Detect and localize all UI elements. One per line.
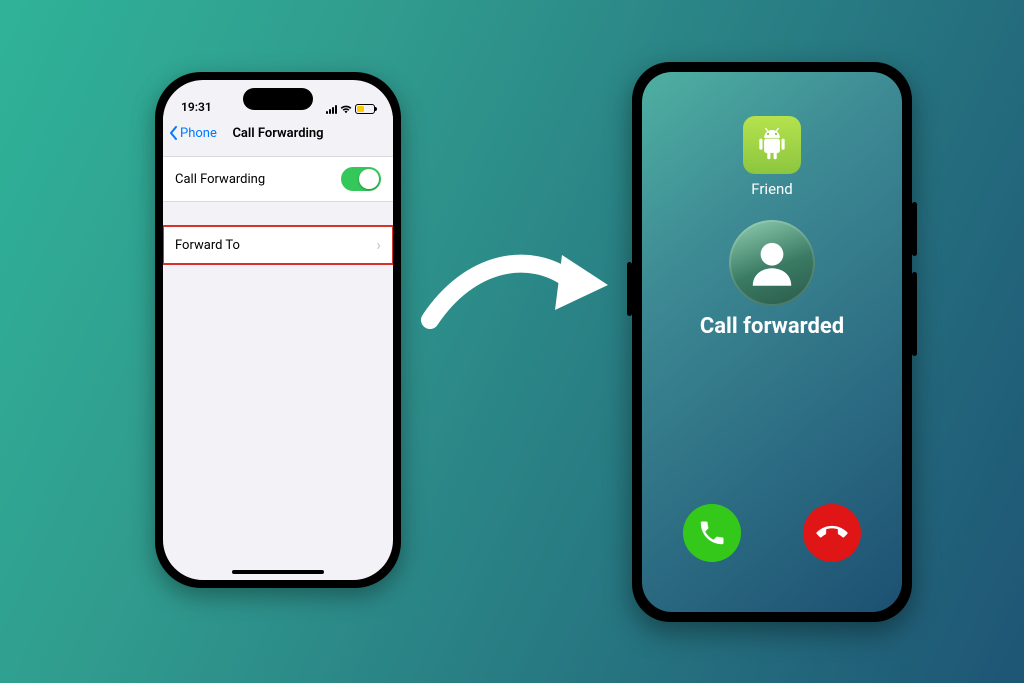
chevron-right-icon: › [376,237,381,253]
status-time: 19:31 [181,100,212,114]
call-buttons [683,504,861,562]
accept-call-button[interactable] [683,504,741,562]
toggle-knob [359,169,379,189]
contact-avatar [729,220,815,306]
contact-name: Friend [751,180,793,198]
settings-list: Call Forwarding Forward To › [163,156,393,264]
decline-call-button[interactable] [803,504,861,562]
android-robot-icon [753,126,791,164]
android-volume-button [912,272,917,356]
android-power-button [912,202,917,256]
forward-arrow [420,230,610,340]
signal-icon [326,105,337,114]
call-forwarding-toggle[interactable] [341,167,381,191]
android-app-icon [743,116,801,174]
home-indicator [232,570,324,574]
nav-bar: Phone Call Forwarding [163,116,393,150]
forward-to-row[interactable]: Forward To › [163,226,393,264]
call-forwarding-row: Call Forwarding [163,156,393,202]
android-side-button-left [627,262,632,316]
forward-to-label: Forward To [175,238,240,253]
phone-accept-icon [697,518,727,548]
phone-decline-icon [811,512,853,554]
android-device: Friend Call forwarded [632,62,912,622]
iphone-screen: 19:31 Phone Call Forwarding [163,80,393,580]
status-indicators [326,104,375,114]
battery-icon [355,104,375,114]
person-icon [744,235,800,291]
back-label: Phone [180,126,217,141]
arrow-icon [420,230,610,340]
dynamic-island [243,88,313,110]
wifi-icon [340,105,352,114]
call-status: Call forwarded [700,314,844,339]
iphone-device: 19:31 Phone Call Forwarding [155,72,401,588]
page-title: Call Forwarding [232,126,323,141]
chevron-left-icon [169,126,178,140]
back-button[interactable]: Phone [169,126,217,141]
call-forwarding-label: Call Forwarding [175,172,265,187]
android-screen: Friend Call forwarded [642,72,902,612]
battery-fill [357,106,364,112]
